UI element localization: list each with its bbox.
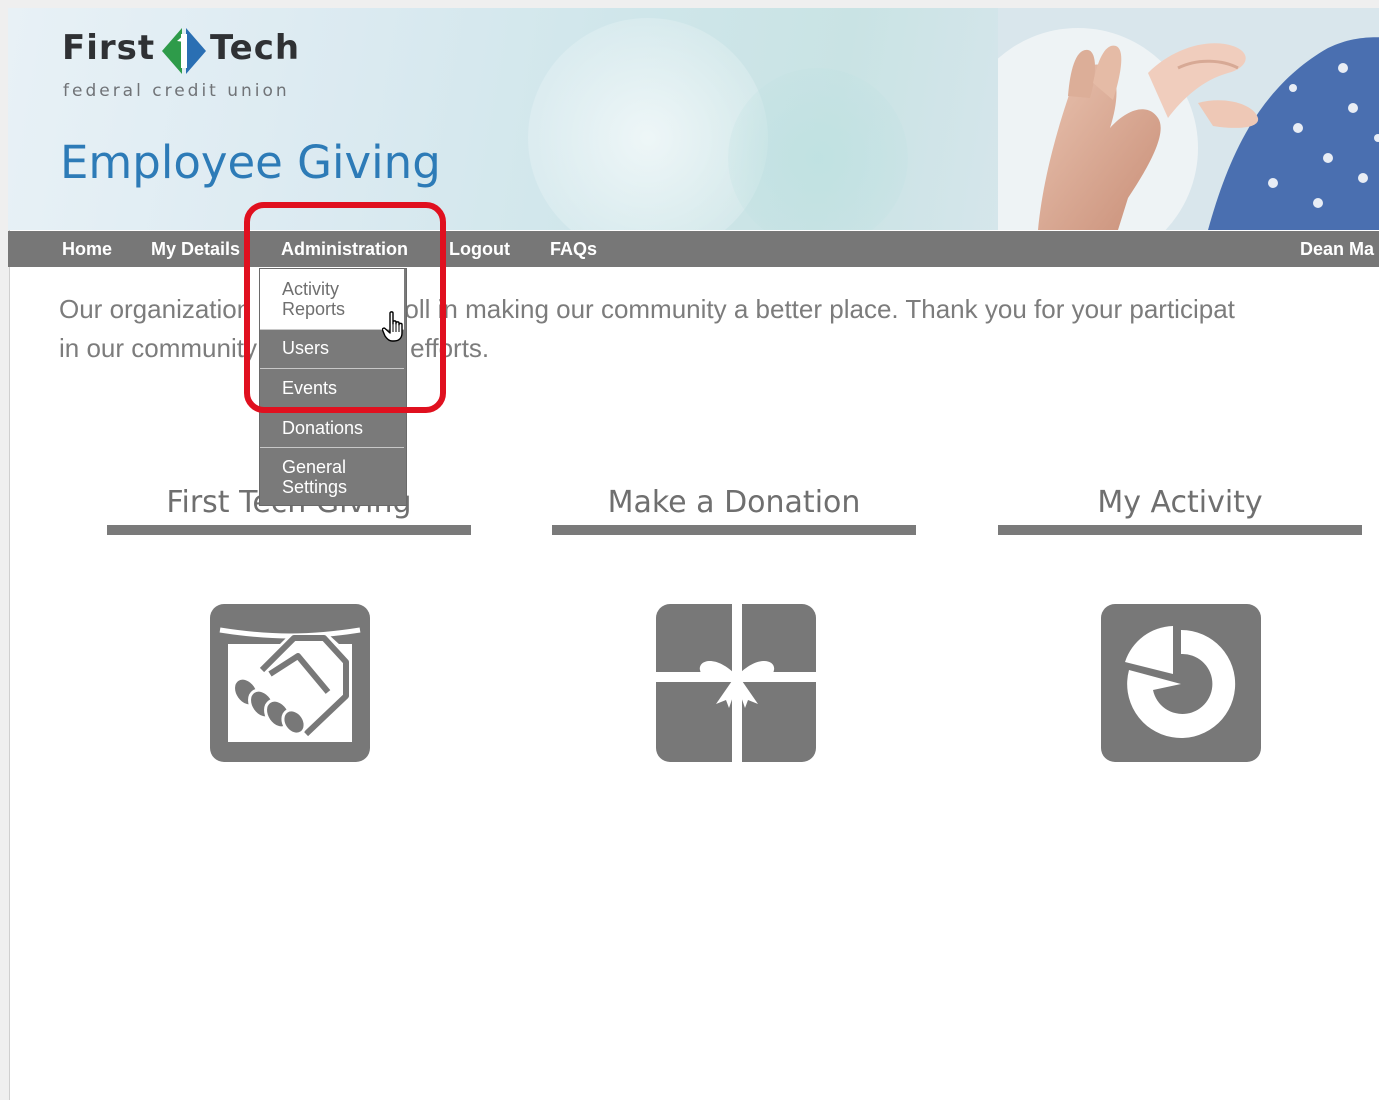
nav-administration[interactable]: Administration [281,231,408,267]
hand-cursor-icon [382,311,403,342]
first-tech-giving-tile[interactable] [210,604,370,762]
main-nav: Home My Details Administration Logout FA… [8,231,1379,267]
my-activity-tile[interactable] [1101,604,1261,762]
logo-subtitle: federal credit union [63,81,290,101]
nav-faqs[interactable]: FAQs [550,231,597,267]
banner-photo-hands [998,8,1379,230]
make-a-donation-heading[interactable]: Make a Donation [552,485,916,520]
intro-line-2: in our community involvement efforts. [59,333,490,363]
header-banner: First Tech federal credit union Employee… [8,8,1379,230]
pie-chart-icon [1125,626,1236,738]
page-title: Employee Giving [60,136,441,189]
first-tech-logo-icon [162,28,206,74]
menu-item-general-settings[interactable]: General Settings [260,448,404,505]
nav-my-details[interactable]: My Details [151,231,240,267]
intro-line-1: Our organization is playing a roll in ma… [59,294,1235,324]
gift-icon [656,604,816,762]
banner-glow [528,18,768,230]
intro-text: Our organization is playing a roll in ma… [59,290,1379,368]
logo-tech-text: Tech [210,28,301,68]
administration-dropdown: Activity Reports Users Events Donations … [259,268,407,506]
nav-home[interactable]: Home [62,231,112,267]
banner-glow [728,68,908,230]
logo-first-text: First [62,28,156,68]
heading-underline [107,525,471,535]
menu-item-donations[interactable]: Donations [260,408,404,448]
heading-underline [998,525,1362,535]
handshake-icon [219,627,361,742]
nav-logout[interactable]: Logout [449,231,510,267]
make-a-donation-tile[interactable] [656,604,816,762]
menu-item-events[interactable]: Events [260,369,404,408]
heading-underline [552,525,916,535]
my-activity-heading[interactable]: My Activity [998,485,1362,520]
nav-user-name[interactable]: Dean Ma [1300,231,1374,267]
